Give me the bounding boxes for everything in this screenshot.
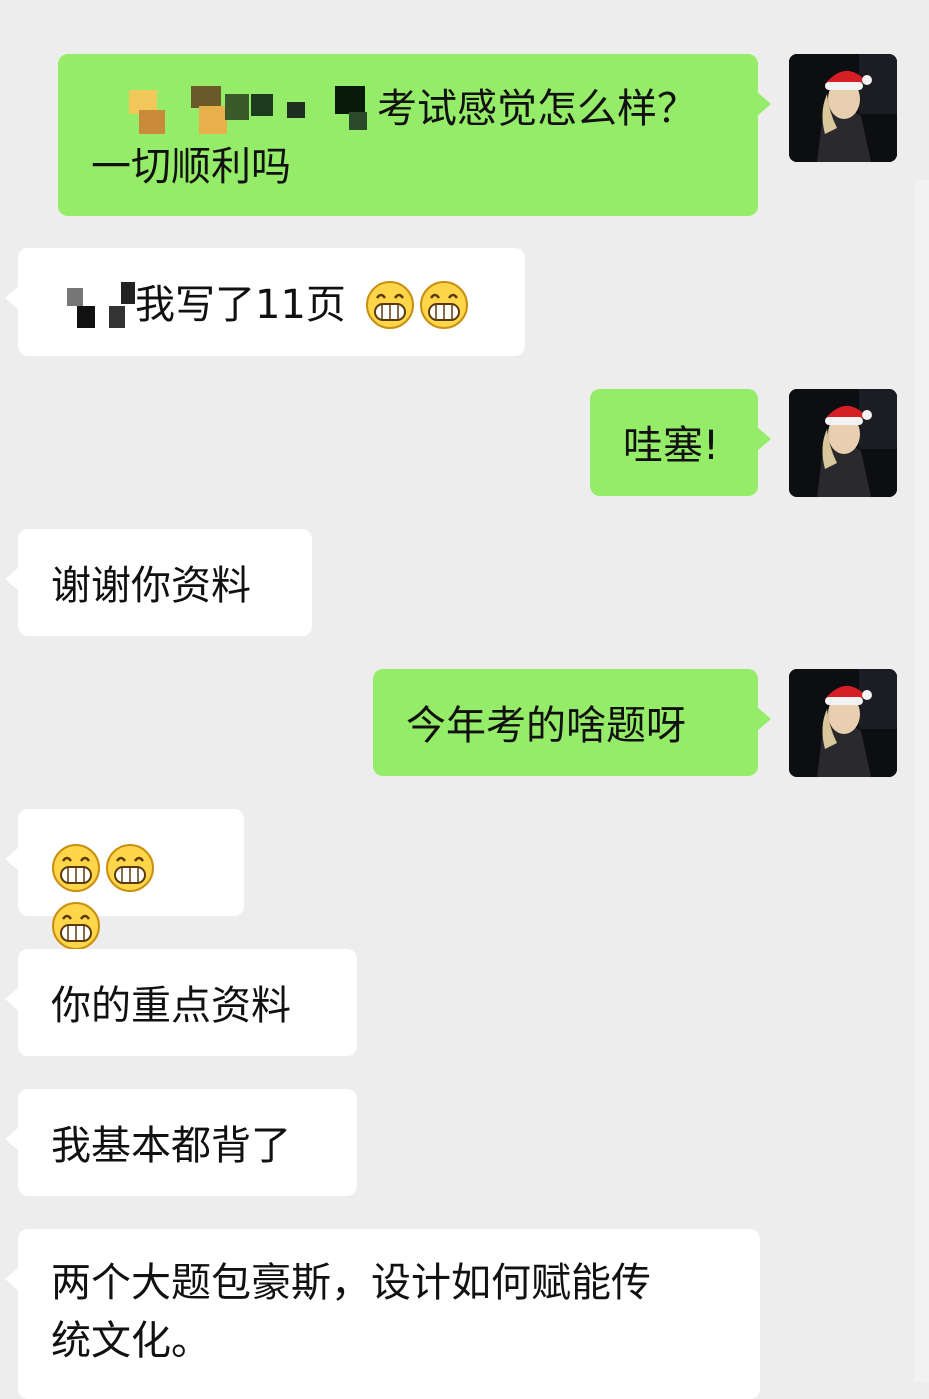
message-bubble-incoming[interactable]: 谢谢你资料: [5, 529, 312, 636]
grin-emoji: [52, 902, 100, 950]
message-bubble-incoming[interactable]: 我写了11页: [5, 248, 525, 356]
avatar-santa-hat: [789, 54, 897, 162]
message-line-2: 一切顺利吗: [91, 144, 291, 190]
message-bubble-outgoing[interactable]: 今年考的啥题呀: [373, 669, 771, 776]
grin-emoji: [365, 281, 414, 329]
grin-emoji: [52, 844, 100, 892]
avatar[interactable]: [789, 389, 897, 497]
message-bubble-incoming[interactable]: 两个大题包豪斯，设计如何赋能传 统文化。: [5, 1229, 760, 1399]
message-bubble-incoming[interactable]: 我基本都背了: [5, 1089, 357, 1196]
message-line-1: 考试感觉怎么样？: [91, 80, 725, 138]
redacted-name-mosaic: [91, 86, 367, 136]
message-bubble-incoming[interactable]: 你的重点资料: [5, 949, 357, 1056]
message-text: 哇塞!: [623, 423, 720, 469]
message-text: 谢谢你资料: [51, 563, 251, 609]
avatar[interactable]: [789, 54, 897, 162]
message-line-2: 统文化。: [51, 1318, 211, 1364]
message-bubble-outgoing[interactable]: 哇塞!: [590, 389, 771, 496]
message-text: 你的重点资料: [51, 983, 291, 1029]
redacted-name-mosaic: [51, 278, 135, 332]
message-line-1: 两个大题包豪斯，设计如何赋能传: [51, 1260, 651, 1306]
message-text: 我写了11页: [135, 282, 346, 328]
message-bubble-outgoing[interactable]: 考试感觉怎么样？ 一切顺利吗: [58, 54, 771, 216]
message-bubble-incoming[interactable]: [5, 809, 244, 950]
scrollbar-track[interactable]: [915, 180, 929, 1382]
message-text: 今年考的啥题呀: [406, 703, 686, 749]
message-text: 考试感觉怎么样？: [377, 86, 697, 132]
avatar-santa-hat: [789, 669, 897, 777]
avatar[interactable]: [789, 669, 897, 777]
message-text: 我基本都背了: [51, 1123, 291, 1169]
chat-area: 考试感觉怎么样？ 一切顺利吗 我写了11页 哇塞! 谢谢你资料 今年考的啥题呀 …: [0, 0, 929, 1399]
avatar-santa-hat: [789, 389, 897, 497]
grin-emoji: [419, 281, 468, 329]
grin-emoji: [106, 844, 154, 892]
